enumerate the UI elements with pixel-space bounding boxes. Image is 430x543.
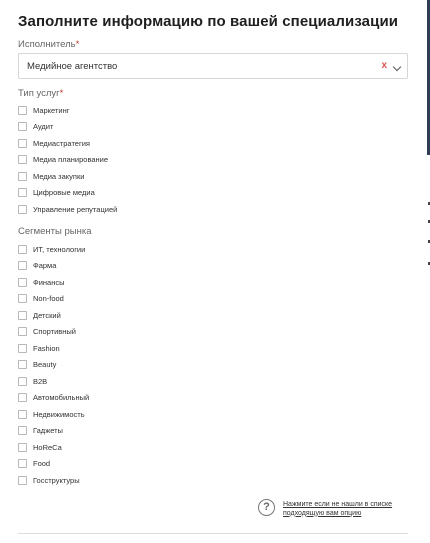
performer-selected-value: Медийное агентство xyxy=(27,61,118,72)
checkbox[interactable] xyxy=(18,475,27,485)
checkbox[interactable] xyxy=(18,360,27,370)
option-label: Автомобильный xyxy=(33,393,90,403)
option-label: Non-food xyxy=(33,294,64,304)
option-label: Госструктуры xyxy=(33,475,80,485)
option-label: Финансы xyxy=(33,277,65,287)
checkbox[interactable] xyxy=(18,204,27,214)
performer-label: Исполнитель* xyxy=(18,39,79,50)
option-label: Гаджеты xyxy=(33,426,63,436)
checkbox[interactable] xyxy=(18,155,27,165)
option-label: Спортивный xyxy=(33,327,76,337)
checkbox[interactable] xyxy=(18,442,27,452)
option-label: Маркетинг xyxy=(33,105,70,115)
option-label: Фарма xyxy=(33,261,57,271)
market-segments-label: Сегменты рынка xyxy=(18,226,92,237)
option-label: Детский xyxy=(33,310,61,320)
checkbox[interactable] xyxy=(18,171,27,181)
divider xyxy=(18,533,408,534)
service-type-option[interactable]: Аудит xyxy=(18,119,117,136)
service-type-option[interactable]: Маркетинг xyxy=(18,102,117,119)
performer-label-text: Исполнитель xyxy=(18,39,76,50)
service-types-list: Маркетинг Аудит Медиастратегия Медиа пла… xyxy=(18,102,117,218)
checkbox[interactable] xyxy=(18,244,27,254)
option-label: Недвижимость xyxy=(33,409,85,419)
service-type-option[interactable]: Медиастратегия xyxy=(18,135,117,152)
market-segment-option[interactable]: Детский xyxy=(18,307,89,324)
market-segment-option[interactable]: Автомобильный xyxy=(18,390,89,407)
checkbox[interactable] xyxy=(18,261,27,271)
market-segment-option[interactable]: HoReCa xyxy=(18,439,89,456)
market-segment-option[interactable]: Недвижимость xyxy=(18,406,89,423)
checkbox[interactable] xyxy=(18,138,27,148)
checkbox[interactable] xyxy=(18,376,27,386)
service-type-option[interactable]: Цифровые медиа xyxy=(18,185,117,202)
option-label: Food xyxy=(33,459,51,469)
required-mark: * xyxy=(59,88,64,99)
required-mark: * xyxy=(75,39,80,50)
chevron-down-icon[interactable] xyxy=(392,62,402,72)
checkbox[interactable] xyxy=(18,393,27,403)
checkbox[interactable] xyxy=(18,294,27,304)
market-segment-option[interactable]: Food xyxy=(18,456,89,473)
market-segment-option[interactable]: Госструктуры xyxy=(18,472,89,489)
option-label: ИТ, технологии xyxy=(33,244,86,254)
service-types-label: Тип услуг* xyxy=(18,88,63,99)
checkbox[interactable] xyxy=(18,343,27,353)
market-segment-option[interactable]: B2B xyxy=(18,373,89,390)
checkbox[interactable] xyxy=(18,277,27,287)
checkbox[interactable] xyxy=(18,327,27,337)
option-label: Медиастратегия xyxy=(33,138,90,148)
option-label: Управление репутацией xyxy=(33,204,118,214)
checkbox[interactable] xyxy=(18,122,27,132)
market-segment-option[interactable]: Финансы xyxy=(18,274,89,291)
service-types-label-text: Тип услуг xyxy=(18,88,60,99)
market-segment-option[interactable]: Фарма xyxy=(18,258,89,275)
checkbox[interactable] xyxy=(18,426,27,436)
service-type-option[interactable]: Управление репутацией xyxy=(18,201,117,218)
checkbox[interactable] xyxy=(18,459,27,469)
market-segment-option[interactable]: Гаджеты xyxy=(18,423,89,440)
checkbox[interactable] xyxy=(18,188,27,198)
market-segment-option[interactable]: Beauty xyxy=(18,357,89,374)
market-segment-option[interactable]: Non-food xyxy=(18,291,89,308)
form-title: Заполните информацию по вашей специализа… xyxy=(18,13,399,30)
market-segment-option[interactable]: ИТ, технологии xyxy=(18,241,89,258)
option-label: Медиа планирование xyxy=(33,155,109,165)
checkbox[interactable] xyxy=(18,105,27,115)
option-label: Beauty xyxy=(33,360,57,370)
option-label: Медиа закупки xyxy=(33,171,85,181)
option-label: Fashion xyxy=(33,343,60,353)
market-segment-option[interactable]: Fashion xyxy=(18,340,89,357)
checkbox[interactable] xyxy=(18,310,27,320)
option-label: HoReCa xyxy=(33,442,62,452)
clear-selection-icon[interactable]: x xyxy=(381,60,387,71)
market-segments-list: ИТ, технологии Фарма Финансы Non-food Де… xyxy=(18,241,89,489)
service-type-option[interactable]: Медиа планирование xyxy=(18,152,117,169)
service-type-option[interactable]: Медиа закупки xyxy=(18,168,117,185)
option-label: Аудит xyxy=(33,122,54,132)
option-label: Цифровые медиа xyxy=(33,188,95,198)
question-circle-icon[interactable]: ? xyxy=(258,499,275,516)
missing-option-link[interactable]: Нажмите если не нашли в списке подходящу… xyxy=(283,501,413,518)
market-segment-option[interactable]: Спортивный xyxy=(18,324,89,341)
help-block: ? Нажмите если не нашли в списке подходя… xyxy=(258,497,418,523)
checkbox[interactable] xyxy=(18,409,27,419)
performer-select[interactable]: Медийное агентство x xyxy=(18,53,408,79)
option-label: B2B xyxy=(33,376,48,386)
